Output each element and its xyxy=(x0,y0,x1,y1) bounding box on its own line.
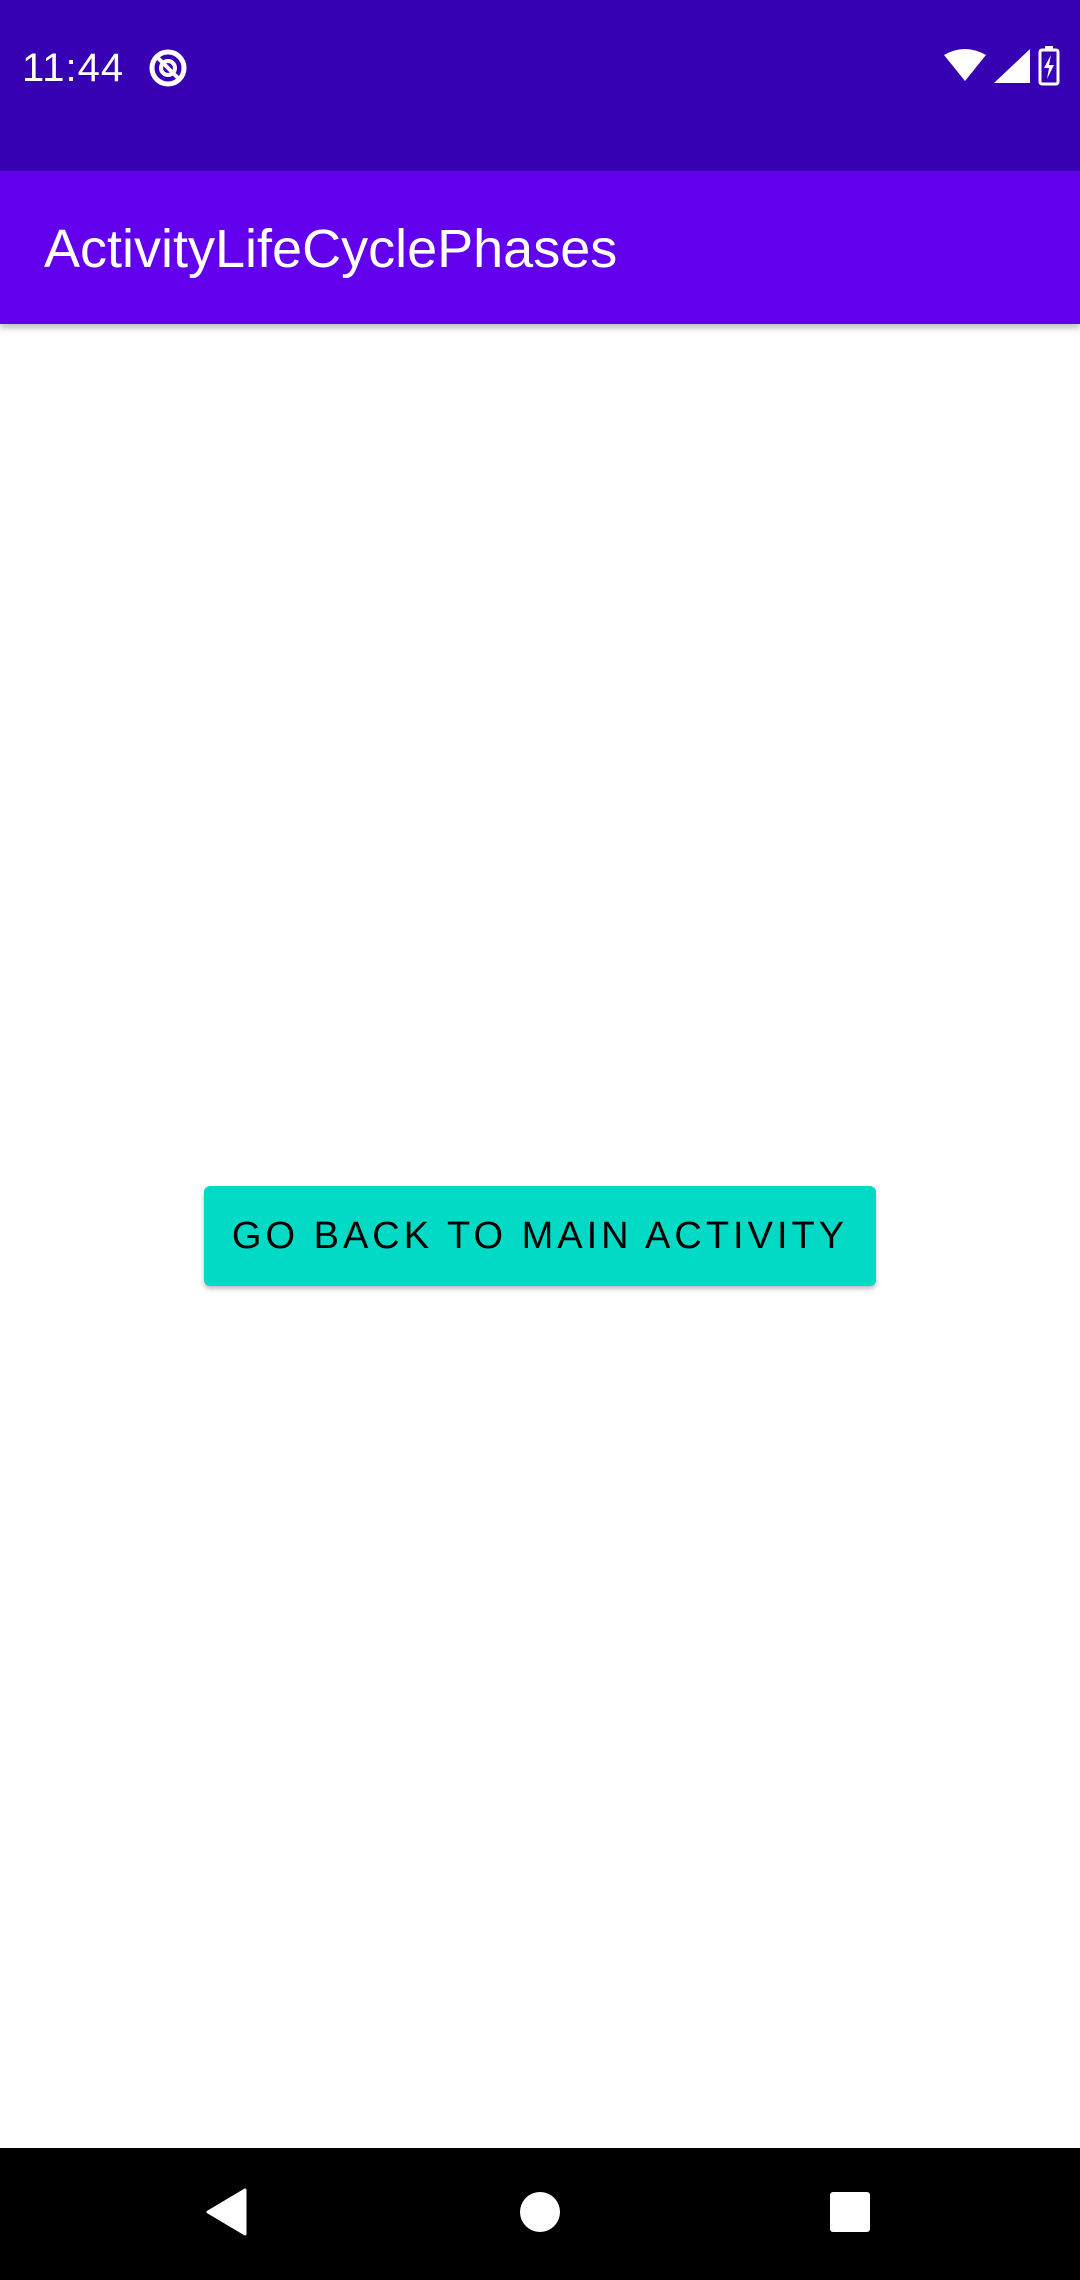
status-bar: 11:44 xyxy=(0,0,1080,171)
go-back-to-main-activity-button[interactable]: GO BACK TO MAIN ACTIVITY xyxy=(204,1186,876,1286)
battery-charging-icon xyxy=(1038,45,1060,91)
app-title: ActivityLifeCyclePhases xyxy=(44,219,618,279)
back-button[interactable] xyxy=(156,2148,296,2280)
recents-button[interactable] xyxy=(780,2148,920,2280)
recents-icon xyxy=(829,2191,871,2238)
home-button[interactable] xyxy=(470,2148,610,2280)
navigation-bar xyxy=(0,2148,1080,2280)
main-content: GO BACK TO MAIN ACTIVITY xyxy=(0,324,1080,2148)
status-time: 11:44 xyxy=(22,46,125,90)
do-not-disturb-icon xyxy=(146,46,190,90)
app-bar: ActivityLifeCyclePhases xyxy=(0,171,1080,324)
back-icon xyxy=(205,2188,247,2241)
status-icons xyxy=(944,45,1060,91)
screen: 11:44 ActivityLifeCyclePhases GO BACK TO… xyxy=(0,0,1080,2280)
home-icon xyxy=(519,2191,561,2238)
wifi-icon xyxy=(944,48,986,88)
cell-signal-icon xyxy=(994,48,1030,88)
